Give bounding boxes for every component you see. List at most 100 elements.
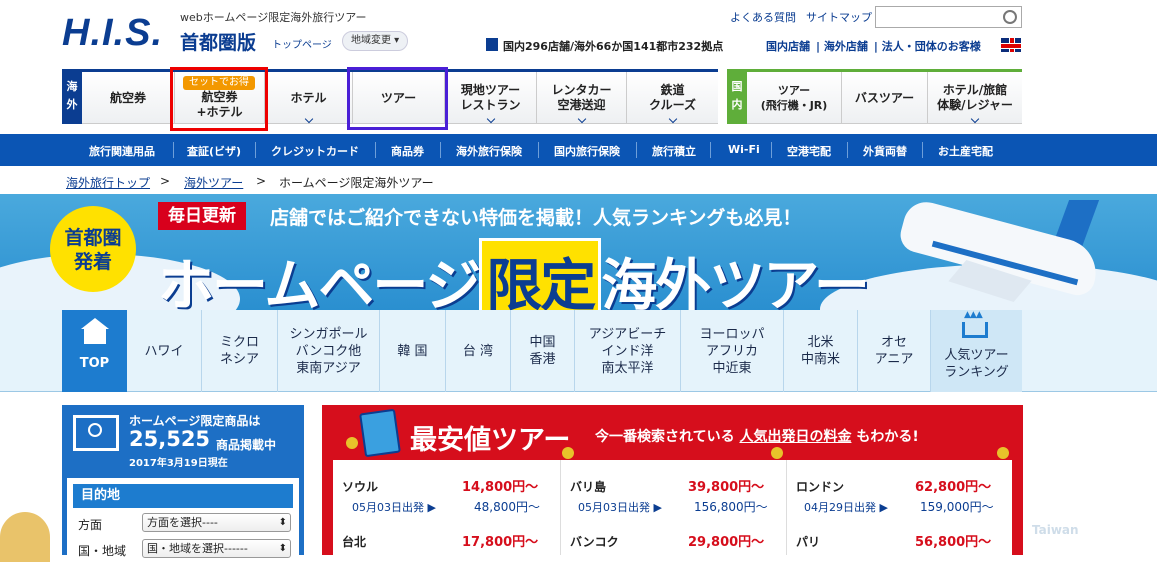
uk-flag-icon[interactable]: [1001, 38, 1021, 52]
city-name[interactable]: バンコク: [570, 533, 619, 550]
tab-domestic-tour[interactable]: ツアー (飛行機・JR): [747, 72, 842, 124]
region-label: アジアビーチ インド洋 南太平洋: [588, 326, 667, 376]
city-name[interactable]: バリ島: [570, 478, 606, 495]
country-select[interactable]: 国・地域を選択------: [142, 539, 291, 558]
direction-select[interactable]: 方面を選択----: [142, 513, 291, 532]
tab-hotel[interactable]: ホテル: [265, 72, 353, 124]
subnav-item[interactable]: 査証(ビザ): [187, 143, 241, 159]
region-title: 首都圏版: [180, 32, 257, 54]
subnav-item[interactable]: 外貨両替: [863, 143, 907, 159]
subtitle-highlight: 人気出発日の料金: [739, 429, 852, 445]
region-tab[interactable]: アジアビーチ インド洋 南太平洋: [575, 310, 681, 392]
breadcrumb-overseas-top[interactable]: 海外旅行トップ: [66, 174, 150, 191]
search-icon[interactable]: [1003, 10, 1017, 24]
departure-date[interactable]: 05月03日出発 ▶: [578, 499, 662, 515]
tab-flight[interactable]: 航空券: [82, 72, 175, 124]
subtitle-part: もわかる!: [856, 429, 919, 445]
count-date: 2017年3月19日現在: [129, 458, 228, 469]
price[interactable]: 17,800円〜: [462, 531, 538, 550]
departure-date[interactable]: 05月03日出発 ▶: [352, 499, 436, 515]
tab-label: ホテル: [290, 90, 327, 105]
daily-update-label: 毎日更新: [158, 202, 246, 230]
taiwan-watermark: Taiwan: [1032, 523, 1079, 537]
pin-icon: [562, 447, 574, 459]
subnav-item[interactable]: 商品券: [391, 143, 424, 159]
subnav-item[interactable]: 旅行関連用品: [89, 143, 155, 159]
chevron-down-icon: [577, 114, 586, 124]
breadcrumb-overseas-tour[interactable]: 海外ツアー: [184, 174, 243, 191]
subnav-item[interactable]: 旅行積立: [652, 143, 696, 159]
region-tab[interactable]: 韓 国: [380, 310, 446, 392]
tab-local-tour[interactable]: 現地ツアー レストラン: [445, 72, 537, 124]
city-name[interactable]: パリ: [796, 533, 820, 550]
highlight-red-box: [170, 67, 268, 131]
tab-domestic-hotel[interactable]: ホテル/旅館 体験/レジャー: [928, 72, 1022, 124]
tab-label: バスツアー: [854, 90, 915, 105]
region-label: 中国 香港: [529, 335, 556, 367]
breadcrumb-separator: >: [160, 174, 171, 188]
tab-label: ツアー (飛行機・JR): [760, 84, 828, 112]
city-name[interactable]: ロンドン: [796, 478, 844, 495]
chevron-down-icon: [486, 114, 495, 124]
region-label: シンガポール バンコク他 東南アジア: [289, 326, 368, 376]
sitemap-link[interactable]: サイトマップ: [806, 11, 872, 24]
country-label: 国・地域: [78, 544, 127, 558]
date-price[interactable]: 159,000円〜: [920, 498, 994, 515]
tab-rental-car[interactable]: レンタカー 空港送迎: [537, 72, 627, 124]
price[interactable]: 14,800円〜: [462, 476, 538, 495]
search-input[interactable]: [875, 6, 1022, 28]
tab-label: 現地ツアー レストラン: [460, 83, 521, 112]
subnav-item[interactable]: お土産宅配: [938, 143, 993, 159]
domestic-stores-link[interactable]: 国内店舗: [766, 40, 810, 53]
date-price[interactable]: 156,800円〜: [694, 498, 768, 515]
pin-icon: [346, 437, 358, 449]
column-divider: [786, 460, 787, 555]
faq-link[interactable]: よくある質問: [730, 11, 796, 24]
destination-title: 目的地: [73, 484, 293, 508]
region-tab[interactable]: 台 湾: [446, 310, 511, 392]
departure-badge: 首都圏 発着: [50, 206, 136, 292]
city-name[interactable]: ソウル: [342, 478, 378, 495]
price[interactable]: 62,800円〜: [915, 476, 991, 495]
region-tab[interactable]: ミクロ ネシア: [202, 310, 278, 392]
his-logo[interactable]: H.I.S.: [62, 12, 163, 55]
price[interactable]: 56,800円〜: [915, 531, 991, 550]
separator: [710, 142, 711, 158]
region-label: 韓 国: [397, 343, 428, 359]
subnav-item[interactable]: クレジットカード: [271, 143, 359, 159]
chevron-down-icon: [304, 114, 313, 124]
region-label: ヨーロッパ アフリカ 中近東: [699, 326, 765, 376]
tab-rail-cruise[interactable]: 鉄道 クルーズ: [627, 72, 718, 124]
corporate-link[interactable]: 法人・団体のお客様: [882, 40, 981, 53]
subnav-item[interactable]: 海外旅行保険: [456, 143, 522, 159]
date-price[interactable]: 48,800円〜: [474, 498, 540, 515]
departure-date[interactable]: 04月29日出発 ▶: [804, 499, 888, 515]
region-tab[interactable]: 北米 中南米: [784, 310, 858, 392]
price[interactable]: 29,800円〜: [688, 531, 764, 550]
subnav-item[interactable]: 国内旅行保険: [554, 143, 620, 159]
home-icon: [81, 318, 109, 344]
region-tab[interactable]: 中国 香港: [511, 310, 575, 392]
price[interactable]: 39,800円〜: [688, 476, 764, 495]
separator: [538, 142, 539, 158]
breadcrumb-current: ホームページ限定海外ツアー: [279, 176, 434, 190]
header-links: よくある質問 サイトマップ: [730, 9, 882, 25]
city-name[interactable]: 台北: [342, 533, 366, 550]
subnav-item[interactable]: Wi-Fi: [728, 143, 760, 156]
region-tab[interactable]: ハワイ: [127, 310, 202, 392]
chevron-down-icon: [668, 114, 677, 124]
cheapest-title: 最安値ツアー: [410, 425, 571, 456]
top-page-link[interactable]: トップページ: [272, 36, 332, 51]
region-change-button[interactable]: 地域変更 ▾: [342, 31, 409, 51]
crown-icon: [962, 310, 988, 338]
domestic-label: 国内: [727, 72, 747, 124]
count-suffix: 商品掲載中: [216, 438, 277, 452]
region-label: 人気ツアー ランキング: [944, 348, 1009, 380]
subnav-item[interactable]: 空港宅配: [787, 143, 831, 159]
overseas-stores-link[interactable]: 海外店舗: [824, 40, 868, 53]
tab-bus-tour[interactable]: バスツアー: [842, 72, 928, 124]
region-tab[interactable]: シンガポール バンコク他 東南アジア: [278, 310, 380, 392]
region-tab[interactable]: オセ アニア: [858, 310, 931, 392]
region-tab[interactable]: ヨーロッパ アフリカ 中近東: [681, 310, 784, 392]
region-label: 北米 中南米: [800, 335, 840, 367]
